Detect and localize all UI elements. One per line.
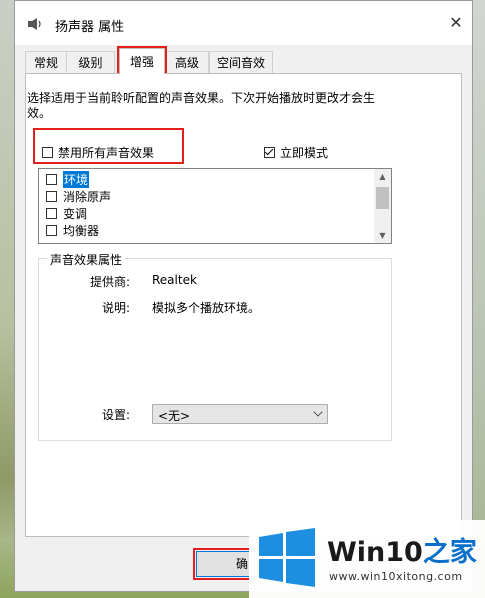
effect-description-value: 模拟多个播放环境。 [152,301,261,315]
window-title: 扬声器 属性 [55,20,125,35]
watermark-brand-suffix: 之家 [422,537,477,568]
effect-checkbox[interactable] [46,174,57,185]
enhancement-description: 选择适用于当前聆听配置的声音效果。下次开始播放时更改才会生效。 [27,91,376,120]
effect-checkbox[interactable] [46,225,57,236]
scrollbar-thumb[interactable] [376,187,389,209]
scroll-down-icon[interactable]: ▼ [374,228,391,243]
provider-value: Realtek [152,273,197,287]
scroll-up-icon[interactable]: ▲ [374,169,391,184]
desktop-background-left [0,0,14,598]
setting-value: <无> [158,409,191,423]
effect-label: 均衡器 [63,224,100,238]
disable-all-label: 禁用所有声音效果 [58,146,155,160]
effect-properties-title: 声音效果属性 [47,251,126,268]
tab-levels[interactable]: 级别 [66,51,115,73]
windows-logo-icon [259,528,315,587]
watermark-brand: Win10之家 [327,530,477,569]
tab-spatial-sound[interactable]: 空间音效 [209,51,273,73]
effect-label: 环境 [63,171,90,188]
effect-checkbox[interactable] [46,208,57,219]
list-item[interactable]: 变调 [46,206,87,221]
title-bar: 扬声器 属性 ✕ [15,1,472,45]
effect-label: 变调 [63,207,88,221]
setting-dropdown[interactable]: <无> [152,404,328,424]
desktop-background-right [473,0,485,598]
tab-enhancements[interactable]: 增强 [119,48,165,74]
list-item[interactable]: 消除原声 [46,189,111,204]
tab-general[interactable]: 常规 [25,51,67,73]
effects-list-scrollbar[interactable]: ▲ ▼ [374,169,391,243]
list-item[interactable]: 环境 [46,171,90,188]
watermark-url: www.win10xitong.com [329,570,463,583]
effect-checkbox[interactable] [46,191,57,202]
provider-label: 提供商: [89,275,130,289]
immediate-mode-label: 立即模式 [280,146,329,160]
watermark-brand-prefix: Win10 [327,537,423,568]
immediate-mode-checkbox[interactable]: 立即模式 [264,144,328,161]
watermark: Win10之家 www.win10xitong.com [249,520,485,598]
close-icon[interactable]: ✕ [446,13,466,33]
effects-list[interactable]: 环境 消除原声 变调 均衡器 ▲ ▼ [38,168,392,244]
effect-description-label: 说明: [101,301,130,315]
chevron-down-icon [313,407,323,417]
immediate-mode-checkbox-box[interactable] [264,147,275,158]
disable-all-checkbox-box[interactable] [42,147,53,158]
speaker-icon [28,18,41,30]
tab-advanced[interactable]: 高级 [165,51,209,73]
list-item[interactable]: 均衡器 [46,223,99,238]
setting-label: 设置: [101,408,130,422]
disable-all-effects-checkbox[interactable]: 禁用所有声音效果 [42,144,154,161]
effect-label: 消除原声 [63,190,112,204]
